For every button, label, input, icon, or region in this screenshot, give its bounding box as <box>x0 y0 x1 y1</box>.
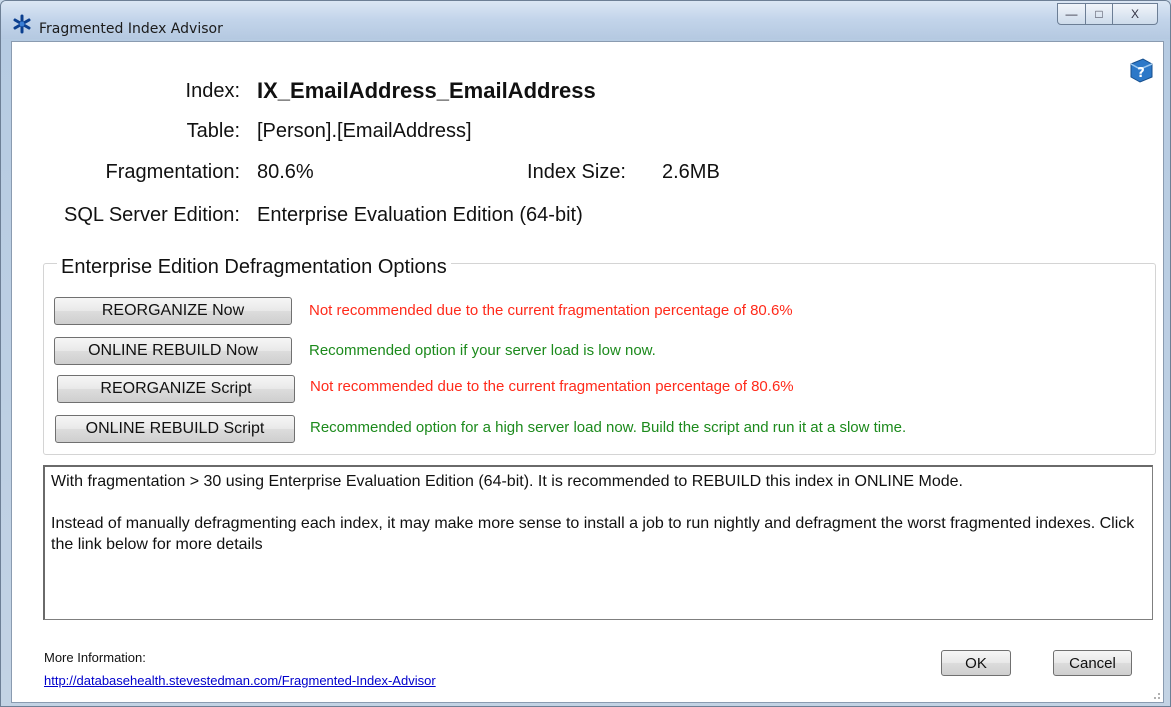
dialog-content: ? Index: IX_EmailAddress_EmailAddress Ta… <box>11 41 1164 703</box>
maximize-icon: □ <box>1095 7 1103 21</box>
index-size-label: Index Size: <box>527 161 626 183</box>
close-icon: X <box>1130 7 1139 21</box>
dialog-window: Fragmented Index Advisor — □ X ? Index: … <box>0 0 1171 707</box>
close-button[interactable]: X <box>1113 3 1158 25</box>
reorganize-now-button[interactable]: REORGANIZE Now <box>54 297 292 325</box>
online-rebuild-now-button[interactable]: ONLINE REBUILD Now <box>54 337 292 365</box>
fragmentation-label: Fragmentation: <box>105 161 240 183</box>
ok-button[interactable]: OK <box>941 650 1011 676</box>
maximize-button[interactable]: □ <box>1086 3 1113 25</box>
more-information-link[interactable]: http://databasehealth.stevestedman.com/F… <box>44 673 436 688</box>
more-information-label: More Information: <box>44 650 146 665</box>
index-value: IX_EmailAddress_EmailAddress <box>257 78 596 103</box>
minimize-icon: — <box>1065 7 1078 21</box>
window-title: Fragmented Index Advisor <box>39 21 223 37</box>
index-size-value: 2.6MB <box>662 161 720 183</box>
resize-grip-icon[interactable] <box>1151 690 1161 700</box>
fragmentation-value: 80.6% <box>257 161 314 183</box>
online-rebuild-script-note: Recommended option for a high server loa… <box>310 419 907 436</box>
online-rebuild-now-note: Recommended option if your server load i… <box>309 342 656 359</box>
minimize-button[interactable]: — <box>1057 3 1086 25</box>
table-label: Table: <box>186 120 240 142</box>
reorganize-now-note: Not recommended due to the current fragm… <box>309 302 793 319</box>
edition-label: SQL Server Edition: <box>63 204 240 226</box>
index-label: Index: <box>185 80 240 102</box>
title-bar[interactable]: Fragmented Index Advisor — □ X <box>1 1 1170 39</box>
table-value: [Person].[EmailAddress] <box>257 120 472 142</box>
help-book-icon[interactable]: ? <box>1127 56 1155 84</box>
advice-paragraph-1: With fragmentation > 30 using Enterprise… <box>51 473 963 490</box>
online-rebuild-script-button[interactable]: ONLINE REBUILD Script <box>55 415 295 443</box>
reorganize-script-note: Not recommended due to the current fragm… <box>310 378 794 395</box>
reorganize-script-button[interactable]: REORGANIZE Script <box>57 375 295 403</box>
snowflake-advisor-icon <box>13 14 31 34</box>
window-controls: — □ X <box>1057 3 1158 25</box>
svg-text:?: ? <box>1137 66 1145 81</box>
edition-value: Enterprise Evaluation Edition (64-bit) <box>257 204 583 226</box>
advice-paragraph-2: Instead of manually defragmenting each i… <box>51 515 1135 553</box>
cancel-button[interactable]: Cancel <box>1053 650 1132 676</box>
advice-textbox[interactable]: With fragmentation > 30 using Enterprise… <box>43 465 1153 620</box>
defrag-options-title: Enterprise Edition Defragmentation Optio… <box>57 256 451 279</box>
